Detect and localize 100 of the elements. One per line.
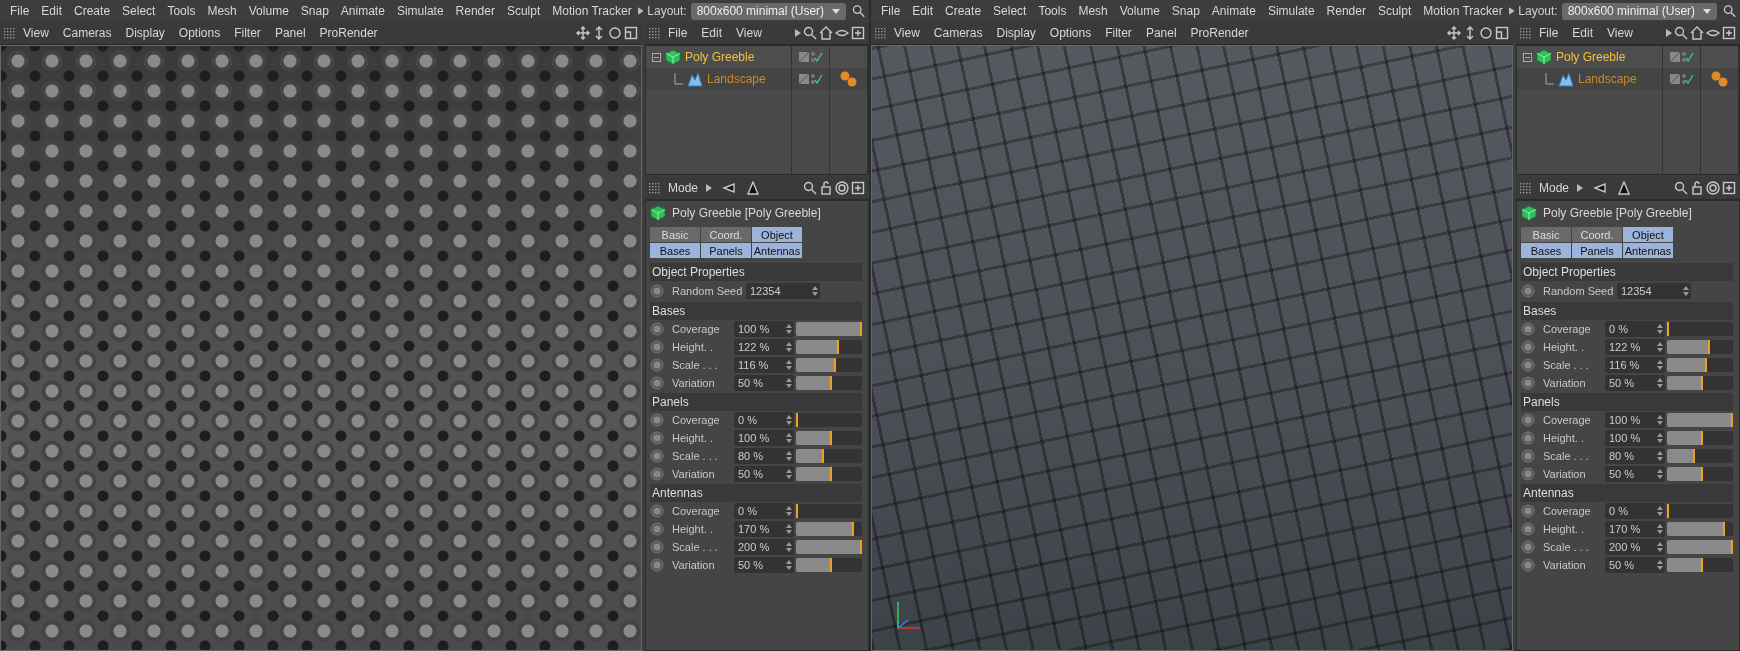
new-panel-icon[interactable] — [851, 181, 865, 195]
menu-item[interactable]: Tools — [161, 4, 202, 18]
slider-thumb[interactable] — [822, 449, 825, 463]
material-tag-icon[interactable] — [838, 70, 859, 88]
slider-thumb[interactable] — [833, 358, 836, 372]
menu-item[interactable]: Edit — [906, 4, 940, 18]
slider[interactable] — [796, 322, 862, 336]
number-field[interactable]: 100 % — [734, 430, 794, 446]
triangle-icon[interactable] — [1508, 7, 1515, 15]
rotate-icon[interactable] — [608, 26, 622, 40]
spinner-arrows-icon[interactable] — [1657, 360, 1663, 370]
search-icon[interactable] — [803, 181, 817, 195]
number-field[interactable]: 100 % — [734, 321, 794, 337]
viewport-menu-item[interactable]: View — [17, 26, 55, 40]
spinner-arrows-icon[interactable] — [1657, 415, 1663, 425]
keyframe-icon[interactable] — [1521, 413, 1535, 427]
keyframe-icon[interactable] — [650, 340, 664, 354]
slider-thumb[interactable] — [1700, 431, 1703, 445]
slider[interactable] — [796, 376, 862, 390]
home-icon[interactable] — [1690, 26, 1704, 40]
slider-thumb[interactable] — [1700, 467, 1703, 481]
up-arrow-icon[interactable] — [746, 181, 761, 195]
spinner-arrows-icon[interactable] — [1683, 286, 1689, 296]
menu-item[interactable]: Animate — [1205, 4, 1262, 18]
search-icon[interactable] — [1674, 181, 1688, 195]
menu-item[interactable]: Select — [116, 4, 162, 18]
keyframe-icon[interactable] — [650, 413, 664, 427]
spinner-arrows-icon[interactable] — [786, 451, 792, 461]
number-field[interactable]: 80 % — [734, 448, 794, 464]
slider-thumb[interactable] — [1700, 558, 1703, 572]
search-icon[interactable] — [803, 26, 817, 40]
keyframe-icon[interactable] — [1521, 540, 1535, 554]
menu-item[interactable]: Volume — [1113, 4, 1166, 18]
slider-thumb[interactable] — [1707, 340, 1710, 354]
number-field[interactable]: 0 % — [734, 503, 794, 519]
spinner-arrows-icon[interactable] — [1657, 469, 1663, 479]
number-field[interactable]: 116 % — [1605, 357, 1665, 373]
menu-item[interactable]: View — [1601, 26, 1639, 40]
number-field[interactable]: 200 % — [734, 539, 794, 555]
spinner-arrows-icon[interactable] — [786, 360, 792, 370]
keyframe-icon[interactable] — [650, 467, 664, 481]
keyframe-icon[interactable] — [1521, 558, 1535, 572]
number-field[interactable]: 100 % — [1605, 412, 1665, 428]
menu-item[interactable]: Tools — [1032, 4, 1073, 18]
triangle-icon[interactable] — [1666, 29, 1672, 37]
viewport-menu-item[interactable]: Options — [1043, 26, 1098, 40]
object-name[interactable]: Poly Greeble — [685, 50, 755, 64]
keyframe-icon[interactable] — [1521, 504, 1535, 518]
number-field[interactable]: 50 % — [734, 466, 794, 482]
menu-item[interactable]: Snap — [1165, 4, 1206, 18]
number-field[interactable]: 0 % — [1605, 321, 1665, 337]
layout-dropdown[interactable]: 800x600 minimal (User) — [690, 2, 847, 20]
rotate-icon[interactable] — [1479, 26, 1493, 40]
menu-item[interactable]: Sculpt — [1371, 4, 1418, 18]
attribute-tab[interactable]: Antennas — [1623, 243, 1673, 258]
viewport-menu-item[interactable]: Filter — [1099, 26, 1138, 40]
spinner-arrows-icon[interactable] — [786, 378, 792, 388]
keyframe-icon[interactable] — [1521, 431, 1535, 445]
number-field[interactable]: 116 % — [734, 357, 794, 373]
slider[interactable] — [796, 340, 862, 354]
keyframe-icon[interactable] — [1521, 467, 1535, 481]
attribute-tab[interactable]: Basic — [650, 227, 700, 242]
target-icon[interactable] — [835, 181, 849, 195]
menu-item[interactable]: Simulate — [1261, 4, 1321, 18]
number-field[interactable]: 0 % — [734, 412, 794, 428]
slider[interactable] — [1667, 358, 1733, 372]
viewport-menu-item[interactable]: Panel — [1139, 26, 1183, 40]
new-panel-icon[interactable] — [1722, 181, 1736, 195]
spinner-arrows-icon[interactable] — [1657, 433, 1663, 443]
menu-item[interactable]: Simulate — [390, 4, 450, 18]
menu-item[interactable]: File — [1533, 26, 1565, 40]
spinner-arrows-icon[interactable] — [786, 524, 792, 534]
menu-item[interactable]: Render — [1320, 4, 1372, 18]
visibility-toggle-icon[interactable] — [798, 51, 823, 63]
move-icon[interactable] — [576, 26, 590, 40]
object-name[interactable]: Poly Greeble — [1556, 50, 1626, 64]
spinner-arrows-icon[interactable] — [786, 560, 792, 570]
spinner-arrows-icon[interactable] — [1657, 560, 1663, 570]
slider[interactable] — [1667, 340, 1733, 354]
layout-dropdown[interactable]: 800x600 minimal (User) — [1561, 2, 1718, 20]
keyframe-icon[interactable] — [1521, 449, 1535, 463]
new-panel-icon[interactable] — [851, 26, 865, 40]
viewport-menu-item[interactable]: Display — [990, 26, 1042, 40]
slider-thumb[interactable] — [852, 522, 855, 536]
number-field[interactable]: 12354 — [1617, 283, 1691, 299]
attribute-tab[interactable]: Basic — [1521, 227, 1571, 242]
search-icon[interactable] — [1674, 26, 1688, 40]
number-field[interactable]: 122 % — [1605, 339, 1665, 355]
slider[interactable] — [1667, 558, 1733, 572]
spinner-arrows-icon[interactable] — [1657, 378, 1663, 388]
slider-thumb[interactable] — [829, 431, 832, 445]
spinner-arrows-icon[interactable] — [786, 433, 792, 443]
viewport-menu-item[interactable]: Panel — [268, 26, 312, 40]
slider[interactable] — [796, 358, 862, 372]
spinner-arrows-icon[interactable] — [1657, 324, 1663, 334]
slider[interactable] — [796, 504, 862, 518]
menu-item[interactable]: Motion Tracker — [1417, 4, 1509, 18]
lock-icon[interactable] — [1690, 181, 1704, 195]
attribute-tab[interactable]: Bases — [1521, 243, 1571, 258]
menu-item[interactable]: Animate — [334, 4, 391, 18]
